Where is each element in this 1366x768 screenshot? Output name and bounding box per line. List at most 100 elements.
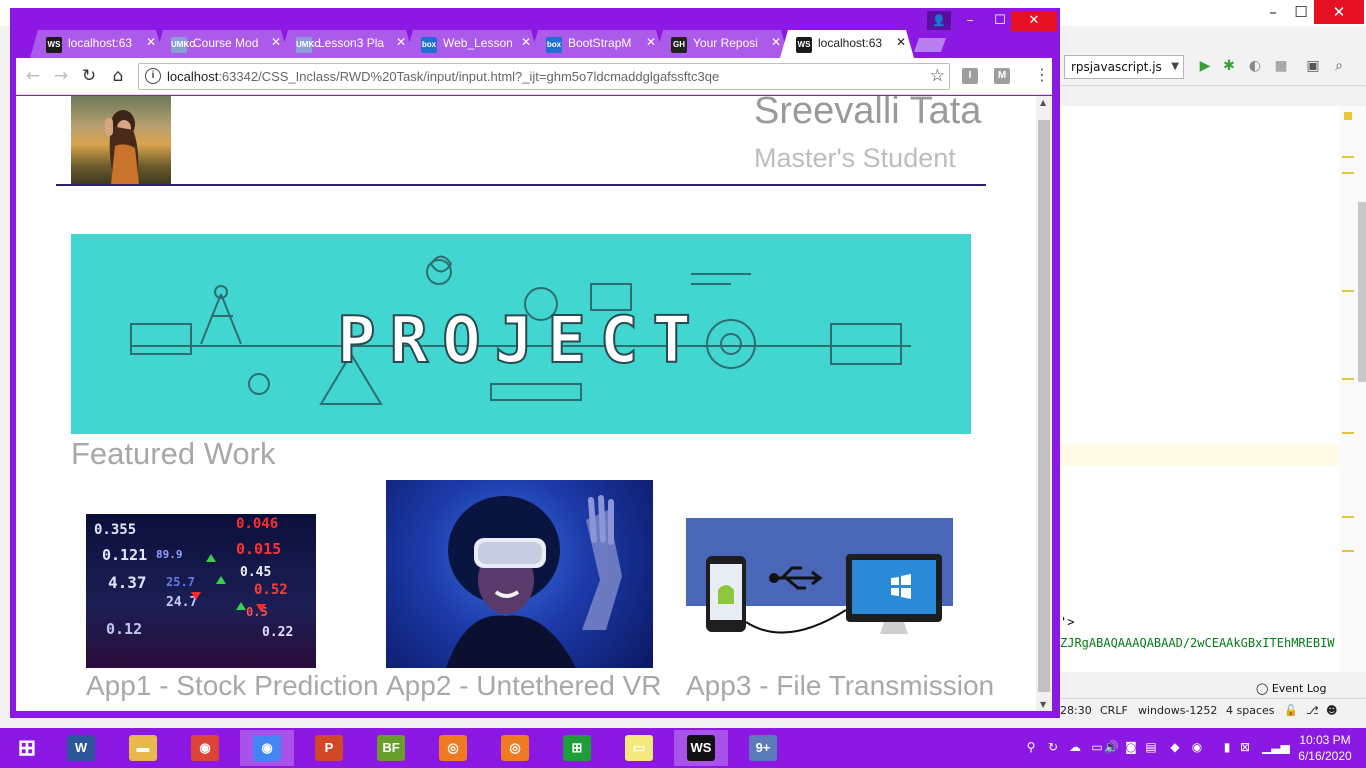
network-warning-icon[interactable]: ⊠ (1238, 740, 1252, 754)
phone-to-pc-usb-image[interactable] (686, 518, 953, 668)
tab-close-icon[interactable]: ✕ (521, 35, 533, 49)
taskbar-camera-app-2[interactable]: ◎ (488, 730, 542, 766)
wifi-signal-icon[interactable]: ▁▃▅ (1262, 740, 1290, 754)
inspector-icon[interactable]: ☻ (1326, 704, 1337, 717)
extension-icon[interactable]: M (994, 68, 1010, 84)
new-tab-button[interactable] (914, 38, 946, 52)
volume-icon[interactable]: 🔊 (1104, 740, 1119, 754)
browser-tab[interactable]: box BootStrapM ✕ (530, 30, 664, 58)
page-viewport[interactable]: Sreevalli Tata Master's Student PROJECT … (16, 96, 1052, 711)
taskbar-word[interactable]: W (54, 730, 108, 766)
warning-marker[interactable] (1342, 156, 1354, 158)
tab-close-icon[interactable]: ✕ (271, 35, 283, 49)
back-icon[interactable]: ← (22, 65, 44, 87)
taskbar-notifications-app[interactable]: 9+ (736, 730, 790, 766)
event-log-button[interactable]: ◯ Event Log (1256, 682, 1326, 695)
clock-date: 6/16/2020 (1298, 749, 1352, 763)
file-encoding[interactable]: windows-1252 (1138, 704, 1217, 717)
ide-maximize-button[interactable]: ☐ (1284, 0, 1318, 24)
extension-icon[interactable]: I (962, 68, 978, 84)
browser-tab[interactable]: WS localhost:63 ✕ (780, 30, 914, 58)
profile-photo (71, 96, 171, 184)
webstorm-icon: WS (687, 735, 715, 761)
network-share-icon[interactable]: ⚲ (1024, 740, 1038, 754)
browser-minimize-button[interactable]: – (955, 11, 985, 31)
tab-close-icon[interactable]: ✕ (646, 35, 658, 49)
warning-marker[interactable] (1342, 172, 1354, 174)
lock-icon[interactable]: 🔓 (1284, 704, 1298, 717)
taskbar-chrome-active[interactable]: ◉ (240, 730, 294, 766)
tab-title: BootStrapM (568, 36, 632, 50)
stop-icon[interactable]: ■ (1272, 57, 1290, 75)
menu-kebab-icon[interactable]: ⋮ (1034, 65, 1050, 84)
ide-editor[interactable]: '> ZJRgABAQAAAQABAAD/2wCEAAkGBxITEhMREBI… (1060, 106, 1366, 672)
chrome-icon: ◉ (191, 735, 219, 761)
vr-headset-image[interactable] (386, 480, 653, 668)
editor-scrollbar[interactable] (1358, 202, 1366, 382)
taskbar-webstorm[interactable]: WS (674, 730, 728, 766)
scrollbar-thumb[interactable] (1038, 120, 1050, 692)
battery-saver-icon[interactable]: ▭ (1090, 740, 1104, 754)
app-caption: App2 - Untethered VR (386, 670, 662, 701)
sync-icon[interactable]: ↻ (1046, 740, 1060, 754)
taskbar-store[interactable]: ⊞ (550, 730, 604, 766)
warning-marker[interactable] (1342, 516, 1354, 518)
taskbar-start-button[interactable]: ⊞ (0, 730, 54, 766)
info-icon[interactable]: i (145, 68, 161, 84)
vcs-icon[interactable]: ⎇ (1306, 704, 1319, 717)
warning-marker[interactable] (1342, 550, 1354, 552)
app-caption: App3 - File Transmission (686, 670, 995, 701)
taskbar-file-explorer[interactable]: ▬ (116, 730, 170, 766)
home-icon[interactable]: ⌂ (107, 65, 129, 87)
project-structure-icon[interactable]: ▣ (1304, 57, 1322, 75)
page-title: Sreevalli Tata (754, 96, 982, 132)
bookmark-star-icon[interactable]: ☆ (930, 66, 945, 86)
browser-tab[interactable]: GH Your Reposi ✕ (655, 30, 789, 58)
bluetooth-icon[interactable]: ◉ (1190, 740, 1204, 754)
taskbar-big-farm[interactable]: BF (364, 730, 418, 766)
battery-icon[interactable]: ▮ (1220, 740, 1234, 754)
tab-close-icon[interactable]: ✕ (771, 35, 783, 49)
warning-marker[interactable] (1342, 290, 1354, 292)
onedrive-icon[interactable]: ☁ (1068, 740, 1082, 754)
ticker-number: 25.7 (166, 575, 195, 589)
forward-icon[interactable]: → (50, 65, 72, 87)
taskbar-sticky-notes[interactable]: ▭ (612, 730, 666, 766)
profile-icon[interactable]: 👤 (927, 11, 951, 30)
browser-tab[interactable]: WS localhost:63 ✕ (30, 30, 164, 58)
run-config-dropdown[interactable]: rpsjavascript.js ▼ (1064, 55, 1184, 79)
ticker-number: 0.12 (106, 620, 142, 638)
taskbar-camera-app[interactable]: ◎ (426, 730, 480, 766)
display-icon[interactable]: ▤ (1144, 740, 1158, 754)
warning-marker[interactable] (1342, 378, 1354, 380)
scroll-up-arrow-icon[interactable]: ▲ (1040, 98, 1046, 107)
tab-close-icon[interactable]: ✕ (146, 35, 158, 49)
page-scrollbar[interactable]: ▲ ▼ (1036, 96, 1052, 711)
debug-icon[interactable]: ✱ (1220, 57, 1238, 75)
browser-tab[interactable]: box Web_Lesson ✕ (405, 30, 539, 58)
app-tray-icon[interactable]: ◆ (1168, 740, 1182, 754)
taskbar-chrome[interactable]: ◉ (178, 730, 232, 766)
ticker-number: 0.5 (246, 605, 268, 619)
browser-tab[interactable]: UMKC Lesson3 Pla ✕ (280, 30, 414, 58)
caret-position[interactable]: 28:30 (1060, 704, 1092, 717)
coverage-icon[interactable]: ◐ (1246, 57, 1264, 75)
clock[interactable]: 10:03 PM 6/16/2020 (1290, 732, 1360, 764)
indent-setting[interactable]: 4 spaces (1226, 704, 1275, 717)
tab-close-icon[interactable]: ✕ (396, 35, 408, 49)
run-icon[interactable]: ▶ (1196, 57, 1214, 75)
taskbar-powerpoint[interactable]: P (302, 730, 356, 766)
search-everywhere-icon[interactable]: ⌕ (1330, 57, 1348, 75)
ide-close-button[interactable]: ✕ (1314, 0, 1364, 24)
reload-icon[interactable]: ↻ (78, 65, 100, 87)
line-separator[interactable]: CRLF (1100, 704, 1128, 717)
stock-ticker-image[interactable]: 0.355 0.046 0.121 89.9 0.015 4.37 25.7 0.45 24.7… (86, 514, 316, 668)
browser-close-button[interactable]: ✕ (1011, 11, 1057, 31)
camera-icon[interactable]: ◙ (1124, 740, 1138, 754)
address-bar[interactable]: i localhost:63342/CSS_Inclass/RWD%20Task… (138, 63, 950, 90)
tab-close-icon[interactable]: ✕ (896, 35, 908, 49)
warning-marker[interactable] (1342, 432, 1354, 434)
scroll-down-arrow-icon[interactable]: ▼ (1040, 700, 1046, 709)
browser-tab[interactable]: UMKC Course Mod ✕ (155, 30, 289, 58)
url-text[interactable]: localhost:63342/CSS_Inclass/RWD%20Task/i… (167, 69, 719, 84)
